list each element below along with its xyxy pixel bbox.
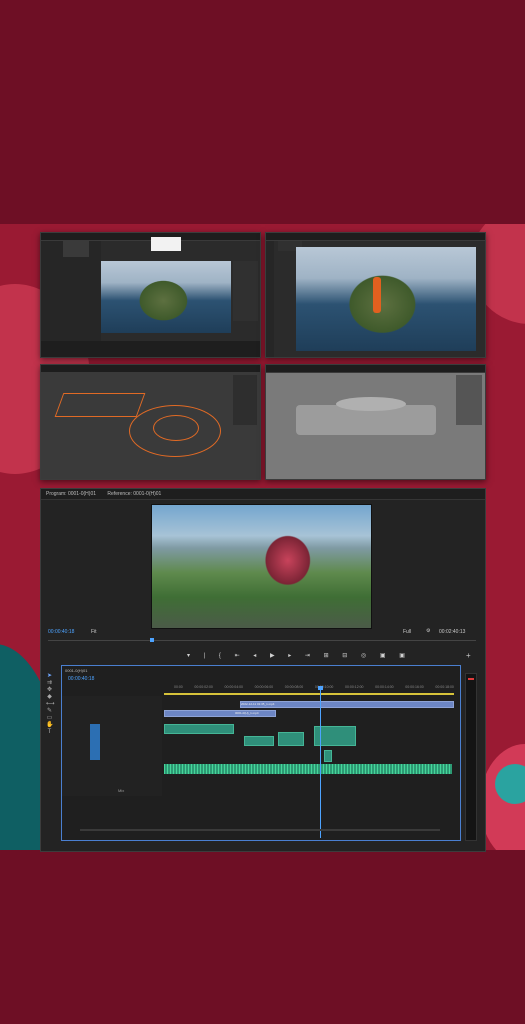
screenshot-solid-model xyxy=(265,364,486,480)
preferences-dialog xyxy=(151,237,181,251)
outliner-panel xyxy=(41,241,101,357)
audio-meter xyxy=(465,673,477,841)
video-clip-v2[interactable]: 0001-0(H)_1.mp4 xyxy=(164,710,276,717)
render-viewport xyxy=(101,261,231,333)
transport-controls[interactable]: ▾ | { ⇤ ◂ ▶ ▸ ⇥ ⊞ ⊟ ◎ ▣ ▣ xyxy=(187,652,411,659)
tools-panel: ➤ ⇉ ✥ ◆ ⟷ ✎ ▭ ✋ T xyxy=(46,673,55,736)
monitor-tabs: Program: 0001-0(H)01 Reference: 0001-0(H… xyxy=(41,489,485,500)
video-clip-v1c[interactable] xyxy=(278,732,304,746)
wireframe-inner-ring xyxy=(153,415,199,441)
hand-tool-icon[interactable]: ✋ xyxy=(46,722,53,729)
duration-timecode: 00:02:40:13 xyxy=(439,629,466,635)
sequence-timecode[interactable]: 00:00:40:18 xyxy=(68,676,94,682)
monitor-playhead[interactable] xyxy=(150,638,154,642)
video-clip-v1b[interactable] xyxy=(244,736,274,746)
selection-tool-icon[interactable]: ➤ xyxy=(46,673,53,680)
meter-peak xyxy=(468,678,474,680)
type-tool-icon[interactable]: T xyxy=(46,729,53,736)
video-clip-small[interactable] xyxy=(324,750,332,762)
playhead-handle[interactable] xyxy=(318,686,323,690)
track-headers: Mix xyxy=(62,696,162,796)
properties-panel xyxy=(233,375,257,425)
quality-select[interactable]: Full xyxy=(403,629,411,635)
work-area-bar[interactable] xyxy=(164,693,454,695)
ruler-label: 00:00:12:00 xyxy=(345,685,364,689)
ruler-label: 00:00:14:00 xyxy=(375,685,394,689)
app-top-bar xyxy=(41,365,260,373)
slip-tool-icon[interactable]: ⟷ xyxy=(46,701,55,708)
source-patch[interactable] xyxy=(90,724,100,760)
ruler-label: 00:00:18:00 xyxy=(435,685,454,689)
screenshot-wireframe xyxy=(40,364,261,480)
timeline-panel: 0001-0(H)01 00:00:40:18 00:00 00:00:02:0… xyxy=(61,665,461,841)
properties-block xyxy=(63,241,89,257)
pen-tool-icon[interactable]: ✎ xyxy=(46,708,53,715)
clip-name: 2022-12-11 01:35_1.mp4 xyxy=(241,702,275,706)
properties-panel xyxy=(456,375,482,425)
program-video-frame xyxy=(151,504,372,629)
wireframe-building xyxy=(54,393,146,417)
premiere-window: Program: 0001-0(H)01 Reference: 0001-0(H… xyxy=(40,488,486,852)
tab-program[interactable]: Program: 0001-0(H)01 xyxy=(46,491,96,497)
sequence-tab[interactable]: 0001-0(H)01 xyxy=(65,668,87,673)
add-button[interactable]: + xyxy=(466,651,471,660)
ruler-label: 00:00:06:00 xyxy=(254,685,274,689)
ruler-label: 00:00:02:00 xyxy=(194,685,213,689)
ruler-label: 00:00:04:00 xyxy=(224,685,244,689)
monitor-scrub-bar[interactable] xyxy=(48,640,476,641)
video-clip-v3[interactable]: 2022-12-11 01:35_1.mp4 xyxy=(240,701,454,708)
mix-label: Mix xyxy=(118,788,125,793)
ruler-label: 00:00:16:00 xyxy=(405,685,424,689)
wrench-icon[interactable]: ⚙ xyxy=(426,628,430,634)
razor-icon[interactable]: ◆ xyxy=(46,694,53,701)
audio-clip-a1[interactable] xyxy=(164,764,452,774)
fit-select[interactable]: Fit xyxy=(91,629,97,635)
properties-panel xyxy=(233,261,258,321)
scene-viewport xyxy=(296,247,476,351)
screenshot-blender-render xyxy=(40,232,261,358)
clip-name: 0001-0(H)_1.mp4 xyxy=(235,711,259,715)
tab-reference[interactable]: Reference: 0001-0(H)01 xyxy=(107,491,161,497)
track-select-icon[interactable]: ⇉ xyxy=(46,680,53,687)
rectangle-tool-icon[interactable]: ▭ xyxy=(46,715,53,722)
current-timecode[interactable]: 00:00:40:18 xyxy=(48,629,74,635)
solid-model-top xyxy=(336,397,406,411)
timeline-strip xyxy=(41,341,260,357)
ruler-label: 00:00:08:00 xyxy=(284,685,304,689)
timeline-playhead[interactable] xyxy=(320,688,321,838)
time-ruler[interactable]: 00:00 00:00:02:00 00:00:04:00 00:00:06:0… xyxy=(174,685,454,689)
selected-object xyxy=(373,277,381,313)
ripple-edit-icon[interactable]: ✥ xyxy=(46,687,53,694)
screenshot-blender-scene xyxy=(265,232,486,358)
ruler-label: 00:00 xyxy=(174,685,183,689)
toolbar xyxy=(266,241,274,357)
app-top-bar xyxy=(266,233,485,241)
video-clip-v1a[interactable] xyxy=(164,724,234,734)
app-top-bar xyxy=(266,365,485,373)
horizontal-scrollbar[interactable] xyxy=(80,829,440,831)
